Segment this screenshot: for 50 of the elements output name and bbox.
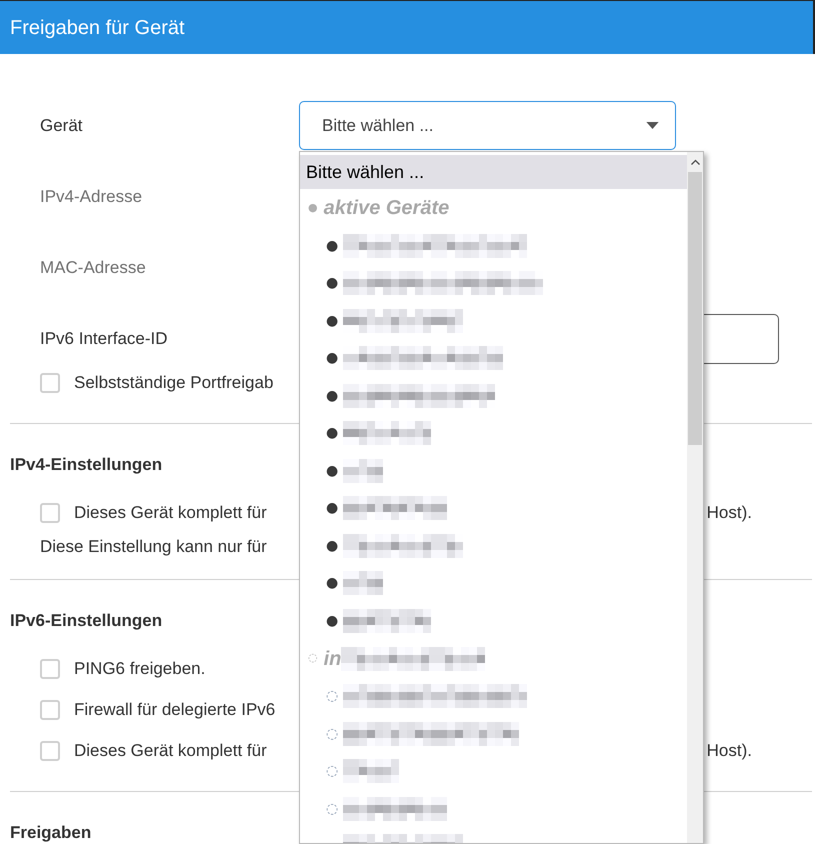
checkbox-label: Selbstständige Portfreigab (74, 372, 274, 394)
option-marker: ● (326, 388, 338, 403)
checkbox[interactable] (40, 659, 60, 679)
section-heading: IPv4-Einstellungen (10, 455, 162, 474)
checkbox-label: Dieses Gerät komplett für (74, 740, 267, 762)
group-marker: ● (308, 200, 318, 216)
field-label: Gerät (40, 114, 84, 137)
pixelated-text (343, 458, 384, 483)
section-heading: IPv6-Einstellungen (10, 611, 162, 630)
window-title: Freigaben für Gerät (10, 16, 185, 40)
pixelated-text (343, 759, 400, 784)
checkbox-label: PING6 freigeben. (74, 658, 206, 680)
option-marker: ● (326, 238, 338, 253)
caret-down-icon (646, 122, 659, 129)
group-label: in (324, 646, 342, 672)
checkbox[interactable] (40, 503, 60, 523)
dropdown-option[interactable]: Bitte wählen ... (300, 155, 687, 189)
option-marker: ● (326, 501, 338, 516)
option-marker: ◌ (326, 802, 338, 816)
device-select[interactable]: Bitte wählen ... (299, 101, 676, 150)
checkbox-label: Firewall für delegierte IPv6 (74, 699, 276, 722)
option-marker: ◌ (326, 689, 338, 704)
field-label: IPv6 Interface-ID (40, 328, 169, 350)
chevron-up-icon[interactable] (690, 159, 700, 165)
option-marker: ● (326, 576, 338, 590)
checkbox-label: Host). (706, 740, 752, 762)
option-marker: ● (326, 314, 338, 328)
scrollbar-thumb[interactable] (688, 172, 702, 445)
note-text: Diese Einstellung kann nur für (40, 536, 267, 558)
scrollbar[interactable] (687, 152, 703, 843)
option-marker: ● (326, 426, 338, 440)
section-heading: Freigaben (10, 823, 92, 842)
dropdown-list[interactable]: Bitte wählen ... ● aktive Geräte ● ● ● ● ● ● ● ● ● ● ● ◌ in ◌ ◌ ◌ ◌ (299, 151, 704, 844)
checkbox[interactable] (40, 741, 60, 761)
option-marker: ● (326, 464, 338, 478)
group-marker: ◌ (308, 650, 318, 666)
checkbox-label: Dieses Gerät komplett für (74, 502, 267, 524)
checkbox-label: Host). (706, 502, 752, 524)
pixelated-text (343, 571, 384, 596)
checkbox[interactable] (40, 373, 60, 393)
field-label: IPv4-Adresse (40, 186, 144, 208)
option-marker: ● (326, 614, 338, 628)
option-marker: ● (326, 351, 338, 366)
field-label: MAC-Adresse (40, 256, 147, 279)
option-marker: ◌ (326, 726, 338, 741)
option-marker: ● (326, 276, 338, 290)
option-marker: ◌ (326, 764, 338, 778)
checkbox[interactable] (40, 700, 60, 720)
option-marker: ● (326, 538, 338, 553)
group-label: aktive Geräte (324, 196, 450, 221)
